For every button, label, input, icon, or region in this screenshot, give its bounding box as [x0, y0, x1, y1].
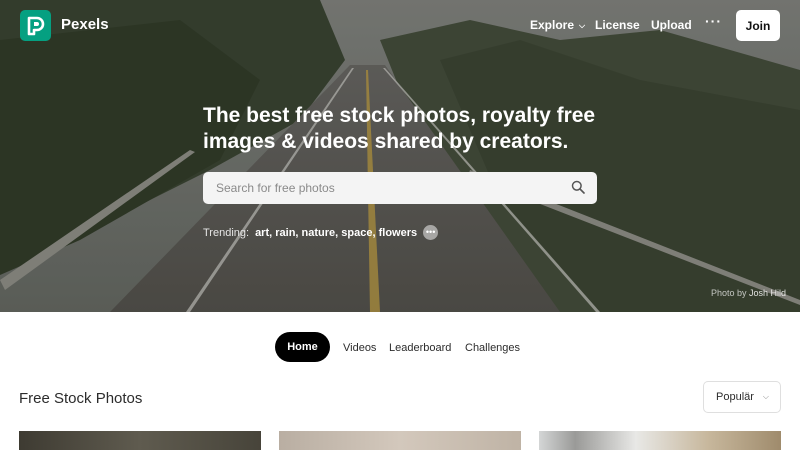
photo-credit-prefix: Photo by [711, 288, 747, 298]
trending-tag-flowers[interactable]: flowers [379, 227, 418, 239]
trending-tag-space[interactable]: space, [341, 227, 375, 239]
hero-headline-line-2: images & videos shared by creators. [203, 130, 569, 153]
brand-name[interactable]: Pexels [61, 16, 109, 33]
tab-videos[interactable]: Videos [343, 342, 376, 354]
chevron-down-icon: ⌵ [762, 392, 769, 401]
photo-thumbnail[interactable] [539, 431, 781, 450]
search-input[interactable]: Search for free photos [203, 172, 597, 204]
sort-dropdown[interactable]: Populär ⌵ [703, 381, 781, 413]
trending-tag-art[interactable]: art, [255, 227, 272, 239]
nav-upload[interactable]: Upload [651, 18, 692, 32]
nav-explore[interactable]: Explore ⌵ [530, 18, 585, 32]
hero-headline: The best free stock photos, royalty free… [203, 103, 623, 155]
feed-title: Free Stock Photos [19, 390, 143, 407]
tab-challenges[interactable]: Challenges [465, 342, 520, 354]
trending-more-icon[interactable]: ••• [423, 225, 439, 240]
chevron-down-icon: ⌵ [579, 21, 586, 30]
photo-credit-author[interactable]: Josh Hild [749, 288, 786, 298]
hero-headline-line-1: The best free stock photos, royalty free [203, 104, 596, 127]
trending-tag-rain[interactable]: rain, [275, 227, 298, 239]
sort-dropdown-value: Populär [716, 391, 754, 403]
search-icon[interactable] [571, 180, 585, 199]
trending-tag-nature[interactable]: nature, [302, 227, 339, 239]
photo-thumbnail[interactable] [19, 431, 261, 450]
nav-license[interactable]: License [595, 18, 640, 32]
photo-credit: Photo by Josh Hild [711, 288, 786, 298]
pexels-logo-icon[interactable] [20, 10, 51, 41]
search-placeholder: Search for free photos [216, 181, 335, 195]
trending-row: Trending: art, rain, nature, space, flow… [203, 225, 439, 240]
nav-explore-label: Explore [530, 18, 575, 32]
tab-home[interactable]: Home [275, 332, 330, 362]
hero-section: Pexels Explore ⌵ License Upload ··· Join … [0, 0, 800, 312]
hero-overlay [0, 0, 800, 312]
trending-label: Trending: [203, 226, 250, 239]
join-button[interactable]: Join [736, 10, 780, 41]
more-options-icon[interactable]: ··· [705, 13, 722, 29]
photo-thumbnail[interactable] [279, 431, 521, 450]
tab-leaderboard[interactable]: Leaderboard [389, 342, 451, 354]
